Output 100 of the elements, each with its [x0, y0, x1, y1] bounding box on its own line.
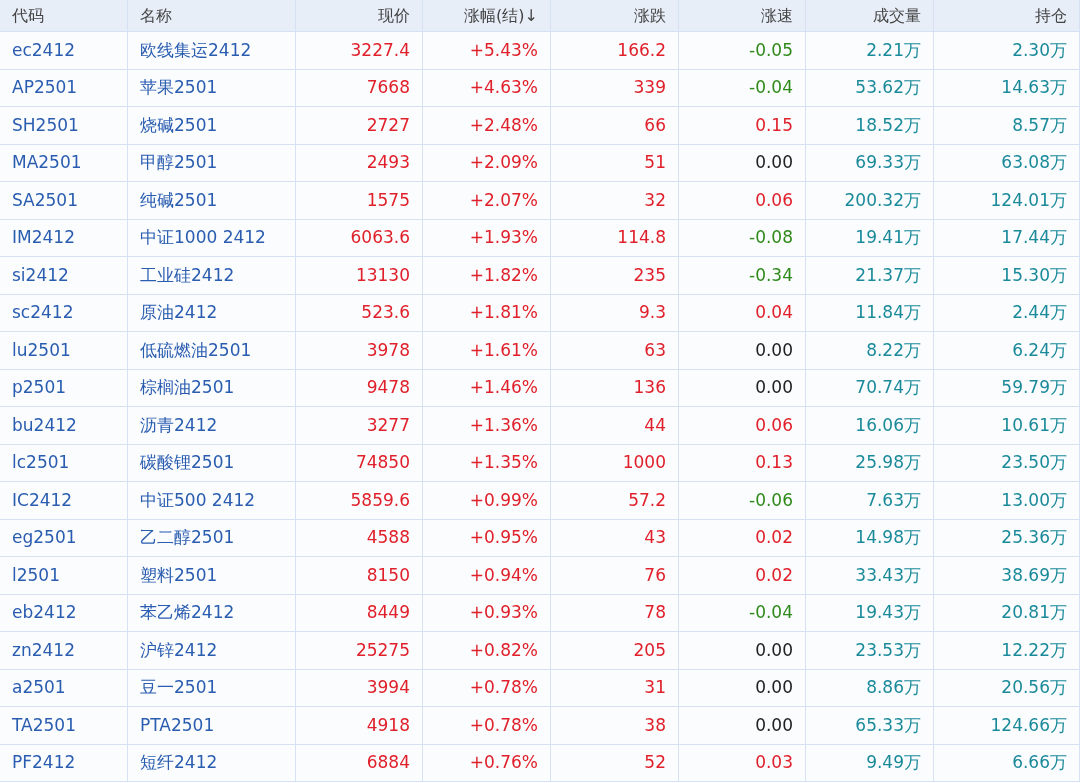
table-cell: +0.95%: [423, 519, 551, 556]
table-cell: 14.98万: [806, 519, 934, 556]
table-cell: 甲醇2501: [128, 144, 296, 181]
table-cell: 25275: [296, 632, 423, 669]
table-cell: 0.00: [679, 707, 806, 744]
table-cell: lu2501: [0, 332, 128, 369]
table-cell: 205: [551, 632, 679, 669]
column-header[interactable]: 涨幅(结)↓: [423, 0, 551, 31]
table-cell: 碳酸锂2501: [128, 444, 296, 481]
table-cell: 70.74万: [806, 369, 934, 406]
table-cell: 20.56万: [934, 669, 1080, 706]
table-cell: -0.06: [679, 482, 806, 519]
table-cell: l2501: [0, 557, 128, 594]
table-cell: 6.66万: [934, 744, 1080, 781]
table-cell: 9478: [296, 369, 423, 406]
table-cell: 6.24万: [934, 332, 1080, 369]
table-cell: 43: [551, 519, 679, 556]
column-header[interactable]: 涨跌: [551, 0, 679, 31]
table-cell: 0.00: [679, 632, 806, 669]
table-cell: +0.93%: [423, 594, 551, 631]
table-cell: 23.50万: [934, 444, 1080, 481]
table-cell: 0.00: [679, 144, 806, 181]
table-cell: 2493: [296, 144, 423, 181]
table-cell: 塑料2501: [128, 557, 296, 594]
column-header[interactable]: 成交量: [806, 0, 934, 31]
table-cell: 8.57万: [934, 107, 1080, 144]
table-cell: 38.69万: [934, 557, 1080, 594]
table-cell: 124.66万: [934, 707, 1080, 744]
table-cell: 18.52万: [806, 107, 934, 144]
table-cell: +1.61%: [423, 332, 551, 369]
table-cell: eg2501: [0, 519, 128, 556]
table-cell: 0.00: [679, 369, 806, 406]
table-cell: 欧线集运2412: [128, 32, 296, 69]
column-header[interactable]: 涨速: [679, 0, 806, 31]
table-cell: 38: [551, 707, 679, 744]
table-cell: 5859.6: [296, 482, 423, 519]
table-cell: 短纤2412: [128, 744, 296, 781]
table-cell: -0.34: [679, 257, 806, 294]
table-cell: p2501: [0, 369, 128, 406]
table-cell: 32: [551, 182, 679, 219]
table-cell: lc2501: [0, 444, 128, 481]
table-cell: 4918: [296, 707, 423, 744]
table-cell: IM2412: [0, 219, 128, 256]
column-header[interactable]: 持仓: [934, 0, 1080, 31]
table-cell: 0.06: [679, 182, 806, 219]
table-cell: 0.06: [679, 407, 806, 444]
table-cell: 74850: [296, 444, 423, 481]
table-cell: 21.37万: [806, 257, 934, 294]
table-cell: 10.61万: [934, 407, 1080, 444]
table-cell: 63: [551, 332, 679, 369]
table-cell: 0.00: [679, 669, 806, 706]
table-cell: sc2412: [0, 294, 128, 331]
table-cell: 8.22万: [806, 332, 934, 369]
table-cell: 乙二醇2501: [128, 519, 296, 556]
table-cell: 中证500 2412: [128, 482, 296, 519]
table-cell: 13130: [296, 257, 423, 294]
table-cell: 2.21万: [806, 32, 934, 69]
table-cell: 1575: [296, 182, 423, 219]
table-cell: SA2501: [0, 182, 128, 219]
column-header[interactable]: 现价: [296, 0, 423, 31]
table-cell: 44: [551, 407, 679, 444]
table-cell: +2.09%: [423, 144, 551, 181]
table-cell: 15.30万: [934, 257, 1080, 294]
table-cell: 51: [551, 144, 679, 181]
table-cell: +2.07%: [423, 182, 551, 219]
table-cell: 1000: [551, 444, 679, 481]
table-cell: 235: [551, 257, 679, 294]
table-cell: eb2412: [0, 594, 128, 631]
table-cell: 57.2: [551, 482, 679, 519]
table-cell: 0.03: [679, 744, 806, 781]
column-header[interactable]: 名称: [128, 0, 296, 31]
table-cell: 78: [551, 594, 679, 631]
table-cell: +1.93%: [423, 219, 551, 256]
table-cell: +4.63%: [423, 69, 551, 106]
table-cell: -0.04: [679, 594, 806, 631]
table-cell: si2412: [0, 257, 128, 294]
table-cell: 豆一2501: [128, 669, 296, 706]
table-cell: MA2501: [0, 144, 128, 181]
table-cell: 7668: [296, 69, 423, 106]
table-cell: 166.2: [551, 32, 679, 69]
table-cell: 苹果2501: [128, 69, 296, 106]
table-cell: 23.53万: [806, 632, 934, 669]
table-cell: 11.84万: [806, 294, 934, 331]
table-cell: ec2412: [0, 32, 128, 69]
table-cell: 52: [551, 744, 679, 781]
table-cell: +0.78%: [423, 669, 551, 706]
table-cell: 17.44万: [934, 219, 1080, 256]
table-cell: -0.08: [679, 219, 806, 256]
table-cell: 69.33万: [806, 144, 934, 181]
table-cell: PF2412: [0, 744, 128, 781]
table-cell: +2.48%: [423, 107, 551, 144]
column-header[interactable]: 代码: [0, 0, 128, 31]
table-cell: 苯乙烯2412: [128, 594, 296, 631]
table-cell: 25.36万: [934, 519, 1080, 556]
table-cell: +0.94%: [423, 557, 551, 594]
table-cell: 31: [551, 669, 679, 706]
table-cell: AP2501: [0, 69, 128, 106]
table-cell: 纯碱2501: [128, 182, 296, 219]
table-cell: -0.04: [679, 69, 806, 106]
table-cell: 4588: [296, 519, 423, 556]
